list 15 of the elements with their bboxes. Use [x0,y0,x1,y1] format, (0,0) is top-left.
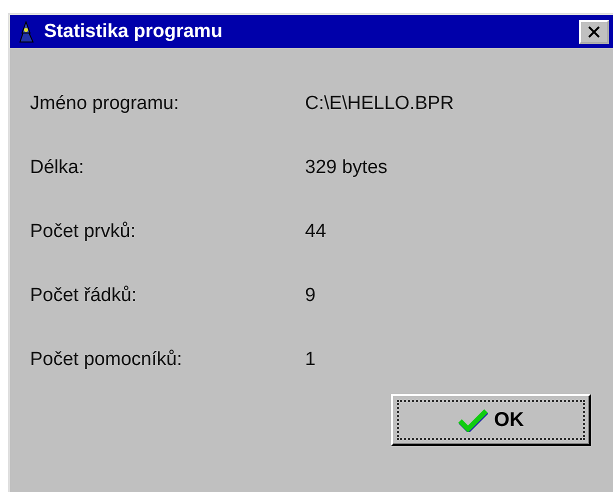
field-value: 329 bytes [305,157,388,179]
field-label: Jméno programu: [30,93,180,115]
checkmark-icon [458,408,488,432]
window-title: Statistika programu [44,20,224,42]
close-icon [587,26,601,38]
field-label: Délka: [30,157,85,179]
field-label: Počet řádků: [30,285,138,307]
field-value: 1 [305,349,316,371]
field-value: 44 [305,221,326,243]
field-label: Počet prvků: [30,221,137,243]
ok-button[interactable]: OK [391,394,591,446]
field-label: Počet pomocníků: [30,349,184,371]
field-value: C:\E\HELLO.BPR [305,93,454,115]
field-value: 9 [305,285,316,307]
close-button[interactable] [579,20,609,44]
